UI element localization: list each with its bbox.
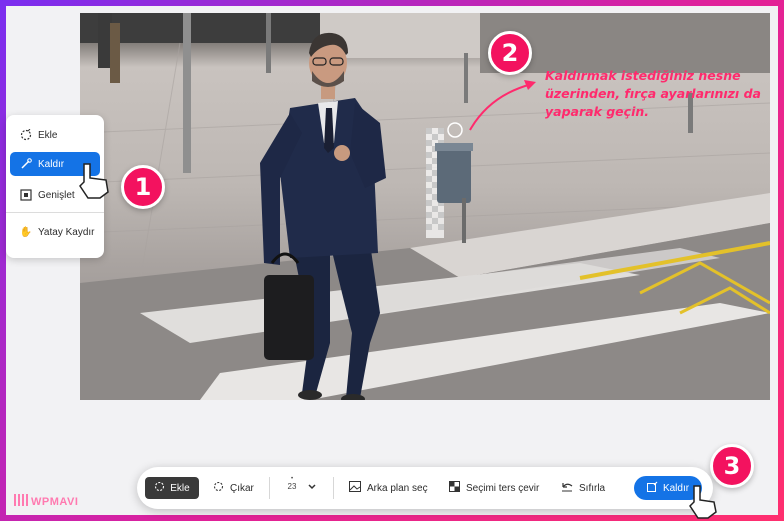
- step-badge-3: 3: [710, 444, 754, 488]
- invert-selection-button[interactable]: Seçimi ters çevir: [449, 477, 539, 499]
- side-item-label: Yatay Kaydır: [38, 226, 95, 238]
- annotation-text: Kaldırmak istediğiniz nesne üzerinden, f…: [545, 68, 761, 119]
- brush-size-control[interactable]: • 23: [285, 476, 299, 491]
- ekle-button[interactable]: Ekle: [145, 477, 199, 499]
- toolbar-divider: [269, 477, 270, 499]
- undo-icon: [561, 482, 573, 495]
- invert-selection-label: Seçimi ters çevir: [466, 482, 540, 494]
- ekle-label: Ekle: [170, 482, 190, 494]
- cikar-label: Çıkar: [230, 482, 254, 494]
- bottom-toolbar: Ekle Çıkar • 23 Arka plan seç Seçimi ter…: [137, 467, 713, 509]
- step-badge-2: 2: [488, 31, 532, 75]
- side-item-label: Genişlet: [38, 189, 75, 201]
- select-background-label: Arka plan seç: [367, 482, 428, 494]
- reset-label: Sıfırla: [579, 482, 606, 494]
- select-background-button[interactable]: Arka plan seç: [349, 477, 428, 499]
- hand-cursor-icon: [689, 485, 717, 519]
- magic-add-icon: [20, 129, 32, 141]
- image-icon: [349, 481, 361, 495]
- panel-divider: [6, 212, 104, 213]
- remove-label: Kaldır: [662, 482, 690, 494]
- step-badge-1: 1: [121, 165, 165, 209]
- magic-remove-icon: [646, 481, 658, 495]
- toolbar-divider: [333, 477, 334, 499]
- chevron-down-icon: [307, 482, 317, 495]
- hand-cursor-icon: [79, 163, 109, 199]
- hand-pan-icon: ✋: [19, 226, 33, 238]
- brush-size-dropdown[interactable]: [307, 477, 317, 499]
- side-item-label: Ekle: [38, 129, 58, 141]
- magic-remove-icon: [20, 158, 32, 170]
- side-item-ekle[interactable]: Ekle: [10, 123, 100, 147]
- side-item-yatay-kaydir[interactable]: ✋ Yatay Kaydır: [10, 220, 100, 244]
- reset-button[interactable]: Sıfırla: [561, 477, 605, 499]
- expand-icon: [20, 189, 32, 201]
- side-item-label: Kaldır: [38, 158, 65, 170]
- cikar-button[interactable]: Çıkar: [213, 477, 254, 499]
- magic-subtract-icon: [213, 481, 224, 495]
- annotation-arrow: [469, 80, 536, 131]
- magic-add-icon: [154, 481, 165, 495]
- logo-mark-icon: [14, 494, 28, 509]
- invert-icon: [449, 481, 460, 495]
- logo-text: WPMAVI: [31, 495, 79, 508]
- brand-logo: WPMAVI: [14, 494, 78, 509]
- brush-size-value: 23: [287, 482, 297, 491]
